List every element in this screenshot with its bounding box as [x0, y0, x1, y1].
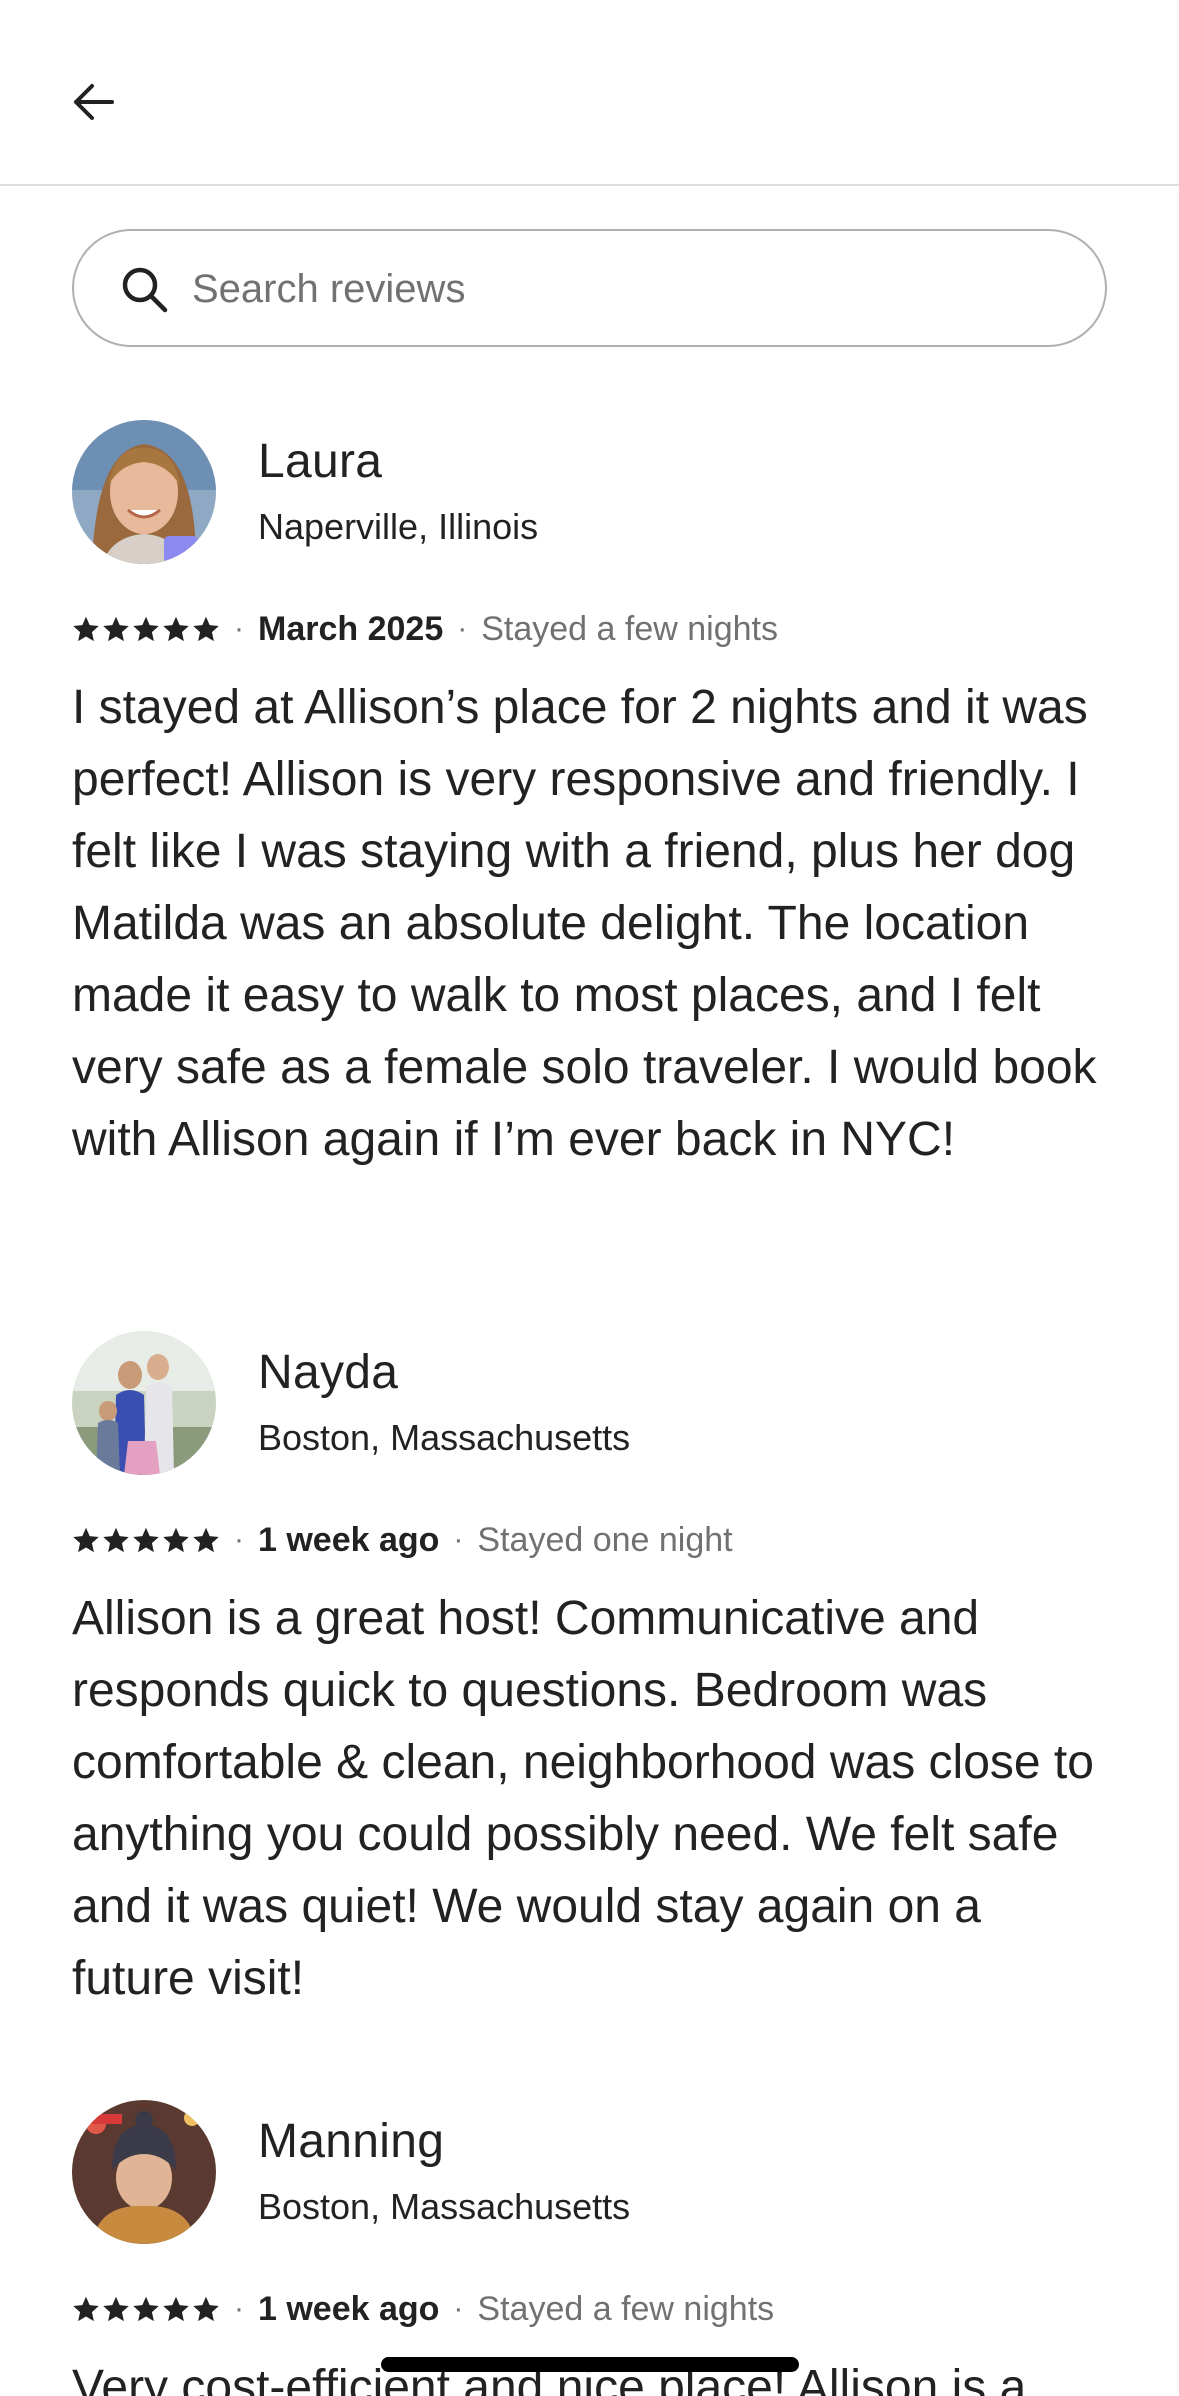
- search-icon: [122, 267, 168, 313]
- arrow-left-icon: [74, 84, 114, 120]
- star-icon: [73, 616, 99, 642]
- review-text: I stayed at Allison’s place for 2 nights…: [72, 681, 1097, 1166]
- star-icon: [133, 616, 159, 642]
- star-icon: [133, 2296, 159, 2322]
- avatar[interactable]: [72, 2100, 216, 2244]
- separator-dot: ·: [234, 2292, 244, 2325]
- reviewer-name[interactable]: Manning: [258, 2114, 444, 2169]
- review-item: Manning Boston, Massachusetts · 1 week a…: [72, 2100, 1112, 2396]
- review-text: Allison is a great host! Communicative a…: [72, 1592, 1094, 2005]
- review-meta: · 1 week ago · Stayed a few nights: [72, 2286, 774, 2332]
- back-button[interactable]: [60, 68, 128, 136]
- star-icon: [133, 1527, 159, 1553]
- star-icon: [193, 1527, 219, 1553]
- home-indicator[interactable]: [381, 2357, 799, 2372]
- review-meta: · March 2025 · Stayed a few nights: [72, 606, 778, 652]
- reviewer-name[interactable]: Laura: [258, 434, 382, 489]
- star-icon: [103, 616, 129, 642]
- separator-dot: ·: [234, 1523, 244, 1556]
- review-date: March 2025: [258, 609, 444, 648]
- review-meta: · 1 week ago · Stayed one night: [72, 1517, 733, 1563]
- reviewer-name[interactable]: Nayda: [258, 1345, 398, 1400]
- separator-dot: ·: [457, 612, 468, 645]
- star-icon: [163, 1527, 189, 1553]
- star-icon: [193, 2296, 219, 2322]
- separator-dot: ·: [453, 2292, 464, 2325]
- review-item: Laura Naperville, Illinois · March 2025 …: [72, 420, 1112, 1240]
- review-item: Nayda Boston, Massachusetts · 1 week ago…: [72, 1331, 1112, 2031]
- reviewer-location: Naperville, Illinois: [258, 506, 539, 547]
- star-icon: [73, 1527, 99, 1553]
- star-icon: [73, 2296, 99, 2322]
- stay-length: Stayed one night: [477, 1520, 733, 1559]
- reviewer-location: Boston, Massachusetts: [258, 2186, 631, 2227]
- search-input[interactable]: [192, 251, 1072, 327]
- stay-length: Stayed a few nights: [477, 2289, 775, 2328]
- star-icon: [103, 2296, 129, 2322]
- star-rating: [72, 615, 220, 643]
- review-date: 1 week ago: [258, 1520, 440, 1559]
- separator-dot: ·: [234, 612, 244, 645]
- search-bar[interactable]: [72, 229, 1107, 347]
- star-icon: [103, 1527, 129, 1553]
- star-icon: [193, 616, 219, 642]
- avatar[interactable]: [72, 420, 216, 564]
- separator-dot: ·: [453, 1523, 464, 1556]
- stay-length: Stayed a few nights: [481, 609, 778, 648]
- star-rating: [72, 2295, 220, 2323]
- top-bar: [0, 0, 1179, 186]
- review-date: 1 week ago: [258, 2289, 440, 2328]
- avatar[interactable]: [72, 1331, 216, 1475]
- star-icon: [163, 2296, 189, 2322]
- star-rating: [72, 1526, 220, 1554]
- reviewer-location: Boston, Massachusetts: [258, 1417, 631, 1458]
- star-icon: [163, 616, 189, 642]
